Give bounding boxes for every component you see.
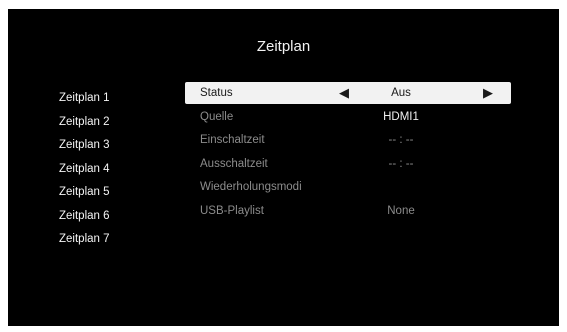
status-value: Aus: [391, 87, 411, 99]
quelle-label: Quelle: [200, 110, 234, 123]
schedule-item-3[interactable]: Zeitplan 3: [59, 134, 110, 158]
setting-row-ausschaltzeit[interactable]: Ausschaltzeit -- : --: [185, 153, 511, 177]
ausschaltzeit-label: Ausschaltzeit: [200, 157, 268, 170]
quelle-value: HDMI1: [383, 110, 419, 123]
schedule-list: Zeitplan 1 Zeitplan 2 Zeitplan 3 Zeitpla…: [59, 87, 110, 252]
setting-row-einschaltzeit[interactable]: Einschaltzeit -- : --: [185, 129, 511, 153]
tv-screen: Zeitplan Zeitplan 1 Zeitplan 2 Zeitplan …: [8, 9, 559, 326]
setting-row-status[interactable]: Status ◀ Aus ▶: [185, 82, 511, 104]
wiederholungsmodi-label: Wiederholungsmodi: [200, 181, 302, 193]
ausschaltzeit-value: -- : --: [388, 157, 414, 170]
setting-row-wiederholungsmodi[interactable]: Wiederholungsmodi: [185, 176, 511, 200]
schedule-item-5[interactable]: Zeitplan 5: [59, 181, 110, 205]
schedule-item-7[interactable]: Zeitplan 7: [59, 228, 110, 252]
schedule-item-6[interactable]: Zeitplan 6: [59, 205, 110, 229]
usb-playlist-value: None: [387, 204, 415, 217]
usb-playlist-label: USB-Playlist: [200, 204, 264, 217]
status-label: Status: [200, 87, 233, 99]
arrow-right-icon[interactable]: ▶: [481, 82, 495, 104]
setting-row-usb-playlist[interactable]: USB-Playlist None: [185, 200, 511, 224]
schedule-item-2[interactable]: Zeitplan 2: [59, 111, 110, 135]
setting-row-quelle[interactable]: Quelle HDMI1: [185, 106, 511, 130]
schedule-item-1[interactable]: Zeitplan 1: [59, 87, 110, 111]
settings-panel: Status ◀ Aus ▶ Quelle HDMI1 Einschaltzei…: [185, 82, 511, 223]
page-title: Zeitplan: [256, 38, 311, 55]
arrow-left-icon[interactable]: ◀: [337, 82, 351, 104]
einschaltzeit-label: Einschaltzeit: [200, 134, 265, 146]
schedule-item-4[interactable]: Zeitplan 4: [59, 158, 110, 182]
einschaltzeit-value: -- : --: [388, 134, 414, 146]
